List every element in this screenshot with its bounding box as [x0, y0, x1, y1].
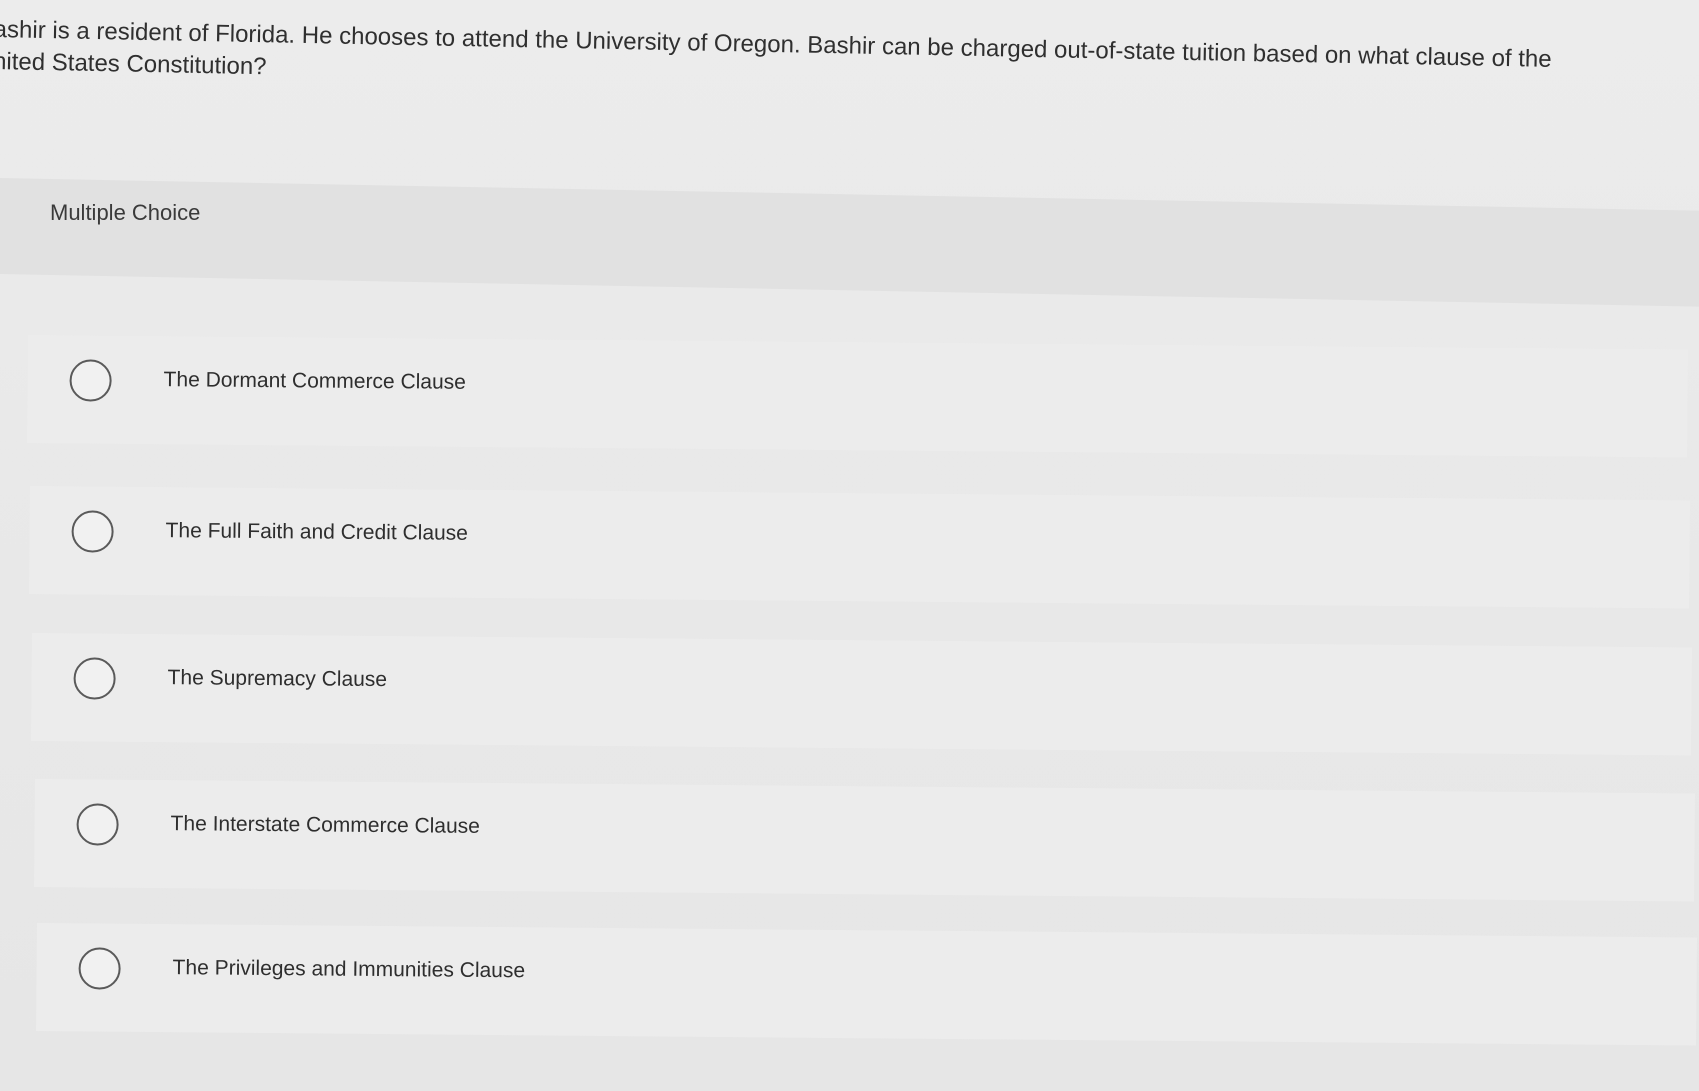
option-1[interactable]: The Dormant Commerce Clause [27, 335, 1688, 458]
option-3[interactable]: The Supremacy Clause [31, 633, 1692, 756]
option-label: The Interstate Commerce Clause [170, 812, 481, 838]
answer-options: The Dormant Commerce Clause The Full Fai… [0, 0, 1699, 1091]
option-label: The Dormant Commerce Clause [163, 368, 466, 394]
radio-button-icon[interactable] [78, 947, 121, 990]
option-2[interactable]: The Full Faith and Credit Clause [29, 486, 1690, 609]
option-4[interactable]: The Interstate Commerce Clause [34, 779, 1695, 902]
radio-button-icon[interactable] [76, 803, 119, 846]
option-label: The Supremacy Clause [167, 666, 388, 692]
option-label: The Full Faith and Credit Clause [165, 519, 469, 545]
radio-button-icon[interactable] [69, 359, 112, 402]
radio-button-icon[interactable] [71, 510, 114, 553]
option-5[interactable]: The Privileges and Immunities Clause [36, 923, 1697, 1046]
option-label: The Privileges and Immunities Clause [172, 956, 526, 983]
radio-button-icon[interactable] [73, 657, 116, 700]
